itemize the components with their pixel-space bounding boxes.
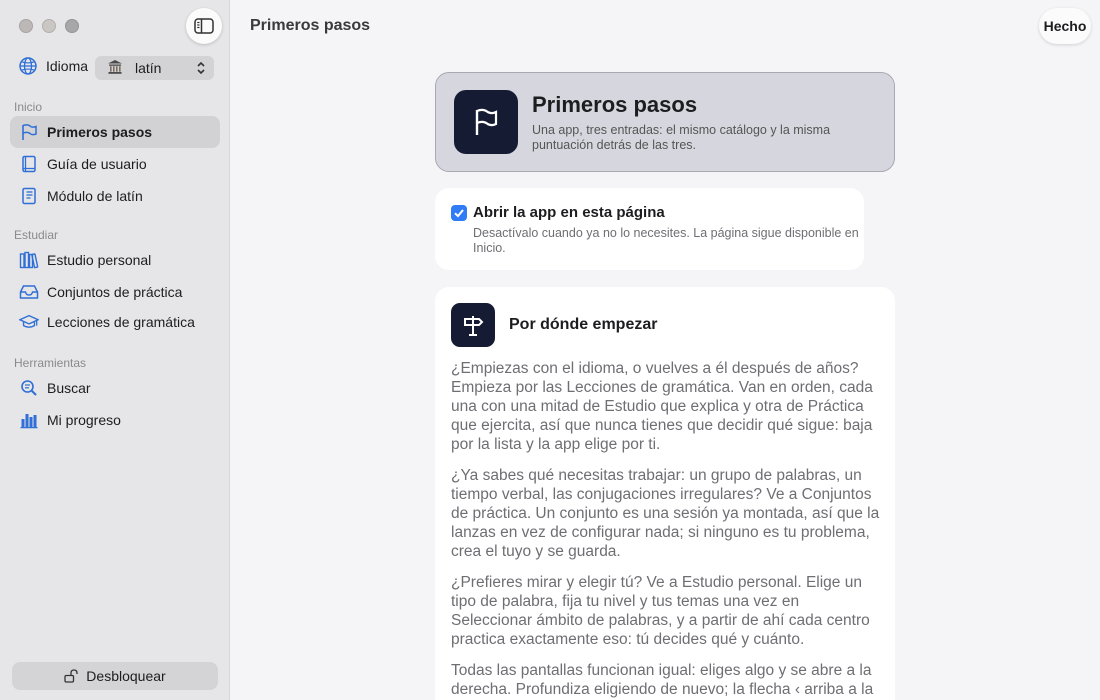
guide-paragraph: Todas las pantallas funcionan igual: eli… [451, 662, 874, 698]
where-to-start-card: Por dónde empezar ¿Empiezas con el idiom… [435, 287, 895, 700]
sidebar-item-guia-de-usuario[interactable]: Guía de usuario [10, 148, 220, 180]
sidebar-item-buscar[interactable]: Buscar [10, 372, 220, 404]
sidebar-item-label: Buscar [47, 380, 91, 396]
sidebar-item-mi-progreso[interactable]: Mi progreso [10, 404, 220, 436]
sidebar-item-label: Lecciones de gramática [47, 314, 195, 330]
guide-paragraph: ¿Ya sabes qué necesitas trabajar: un gru… [451, 467, 880, 560]
hero-card: Primeros pasos Una app, tres entradas: e… [435, 72, 895, 172]
page-title: Primeros pasos [250, 17, 371, 34]
book-icon [19, 154, 39, 174]
language-select[interactable]: latín [95, 56, 214, 80]
sidebar-item-primeros-pasos[interactable]: Primeros pasos [10, 116, 220, 148]
section-title-herramientas: Herramientas [14, 356, 87, 370]
sidebar-item-lecciones-de-gramatica[interactable]: Lecciones de gramática [10, 306, 220, 338]
columns-building-icon [107, 59, 125, 78]
close-window-button[interactable] [19, 19, 33, 33]
lock-open-icon [64, 669, 78, 683]
flag-icon [19, 122, 39, 142]
main-content: Primeros pasos Hecho Primeros pasos Una … [231, 0, 1100, 700]
book-closed-icon [19, 186, 39, 206]
sidebar: Idioma latín Inicio Primeros pasos Guía … [0, 0, 230, 700]
open-on-launch-checkbox[interactable] [451, 205, 467, 221]
card-title: Por dónde empezar [509, 316, 658, 333]
checkmark-icon [454, 209, 464, 218]
hero-title: Primeros pasos [532, 91, 698, 117]
graduation-cap-icon [19, 312, 39, 332]
unlock-button[interactable]: Desbloquear [12, 662, 218, 690]
language-row: Idioma [18, 56, 88, 76]
globe-icon [18, 56, 38, 76]
open-on-launch-option: Abrir la app en esta página Desactívalo … [435, 188, 864, 270]
sidebar-item-conjuntos-de-practica[interactable]: Conjuntos de práctica [10, 276, 220, 308]
chevron-up-down-icon [196, 61, 206, 75]
language-value: latín [135, 60, 162, 76]
window-controls [19, 19, 79, 33]
sidebar-item-label: Primeros pasos [47, 124, 153, 140]
done-button[interactable]: Hecho [1039, 8, 1091, 44]
sidebar-item-label: Guía de usuario [47, 156, 147, 172]
sidebar-item-label: Mi progreso [47, 412, 121, 428]
section-title-inicio: Inicio [14, 100, 43, 114]
sidebar-item-estudio-personal[interactable]: Estudio personal [10, 244, 220, 276]
sidebar-toggle-icon [194, 18, 214, 34]
zoom-window-button[interactable] [65, 19, 79, 33]
sidebar-item-label: Conjuntos de práctica [47, 284, 183, 300]
bar-chart-icon [19, 410, 39, 430]
guide-paragraph: ¿Prefieres mirar y elegir tú? Ve a Estud… [451, 574, 870, 648]
language-label: Idioma [46, 58, 89, 74]
books-icon [19, 250, 39, 270]
sidebar-item-label: Módulo de latín [47, 188, 143, 204]
flag-icon [454, 90, 518, 154]
open-on-launch-subtitle: Desactívalo cuando ya no lo necesites. L… [473, 226, 859, 255]
minimize-window-button[interactable] [42, 19, 56, 33]
section-title-estudiar: Estudiar [14, 228, 59, 242]
search-icon [19, 378, 39, 398]
tray-icon [19, 282, 39, 302]
sidebar-item-modulo-de-latin[interactable]: Módulo de latín [10, 180, 220, 212]
guide-paragraph: ¿Empiezas con el idioma, o vuelves a él … [451, 360, 873, 453]
hero-subtitle: Una app, tres entradas: el mismo catálog… [532, 122, 831, 152]
signpost-icon [451, 303, 495, 347]
sidebar-item-label: Estudio personal [47, 252, 152, 268]
open-on-launch-title: Abrir la app en esta página [473, 204, 665, 221]
unlock-label: Desbloquear [86, 668, 166, 684]
sidebar-toggle-button[interactable] [186, 8, 222, 44]
